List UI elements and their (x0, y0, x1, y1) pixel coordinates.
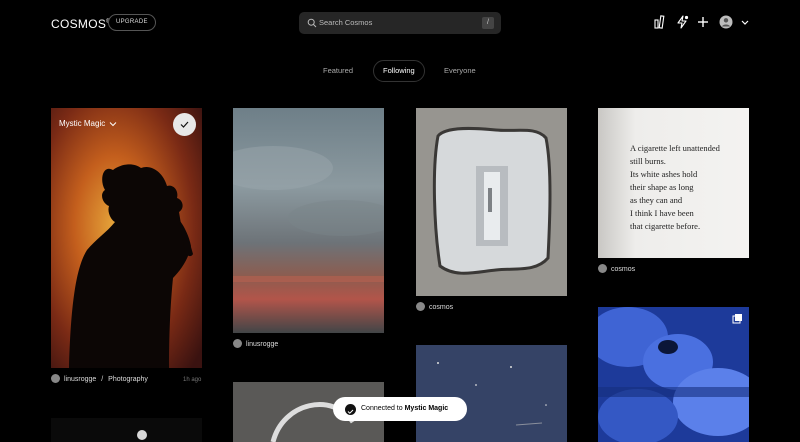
mirror-image (416, 108, 567, 296)
toast-target: Mystic Magic (404, 405, 449, 412)
card-user[interactable]: linusrogge (246, 341, 278, 348)
search-shortcut: / (482, 17, 494, 29)
connected-check-button[interactable] (173, 113, 196, 136)
avatar[interactable] (416, 301, 425, 311)
chevron-down-icon[interactable] (740, 15, 750, 29)
card-user[interactable]: cosmos (611, 266, 635, 273)
plus-icon[interactable] (696, 15, 710, 29)
image-card-pansy[interactable] (598, 307, 749, 442)
poem-text: A cigarette left unattended still burns.… (630, 143, 720, 231)
card-time: 1h ago (183, 377, 202, 383)
card-meta: linusrogge (233, 338, 278, 351)
tab-featured[interactable]: Featured (323, 60, 353, 82)
tab-following[interactable]: Following (373, 60, 425, 82)
image-card-sky[interactable] (233, 108, 384, 333)
avatar-icon[interactable] (719, 15, 733, 29)
card-meta: cosmos (416, 301, 453, 314)
image-card-dark[interactable] (51, 418, 202, 442)
cluster-title-text: Mystic Magic (59, 119, 106, 128)
card-collection[interactable]: Photography (108, 376, 148, 383)
check-icon (345, 404, 356, 415)
card-user[interactable]: cosmos (429, 304, 453, 311)
upgrade-button[interactable]: UPGRADE (108, 14, 156, 31)
bar-chart-icon[interactable] (653, 15, 667, 29)
logo-text: COSMOS (51, 17, 107, 31)
card-meta: cosmos (598, 263, 635, 276)
silhouette-image (51, 108, 202, 368)
image-card-silhouette[interactable] (51, 108, 202, 368)
sky-image (233, 108, 384, 333)
tab-everyone[interactable]: Everyone (444, 60, 476, 82)
avatar[interactable] (233, 338, 242, 348)
connected-toast: Connected to Mystic Magic (333, 397, 467, 421)
toast-prefix: Connected to (361, 405, 405, 412)
search-icon (307, 18, 317, 28)
meta-separator: / (101, 376, 104, 383)
avatar[interactable] (51, 373, 60, 383)
image-card-stars[interactable] (416, 345, 567, 442)
logo[interactable]: COSMOS® (51, 17, 111, 31)
check-icon (180, 121, 189, 128)
chevron-down-icon (110, 122, 117, 127)
search-placeholder: Search Cosmos (319, 18, 373, 27)
lightning-icon[interactable] (675, 15, 689, 29)
card-user[interactable]: linusrogge (64, 376, 96, 383)
toast-message: Connected to Mystic Magic (361, 397, 448, 421)
image-card-mirror[interactable] (416, 108, 567, 296)
stack-icon (732, 314, 742, 324)
stars-image (416, 345, 567, 442)
search-bar[interactable]: Search Cosmos / (299, 12, 501, 34)
cluster-title[interactable]: Mystic Magic (59, 119, 117, 128)
avatar[interactable] (598, 263, 607, 273)
dark-image (137, 430, 147, 440)
card-meta: linusrogge / Photography (51, 373, 148, 386)
pansy-image (598, 307, 749, 442)
